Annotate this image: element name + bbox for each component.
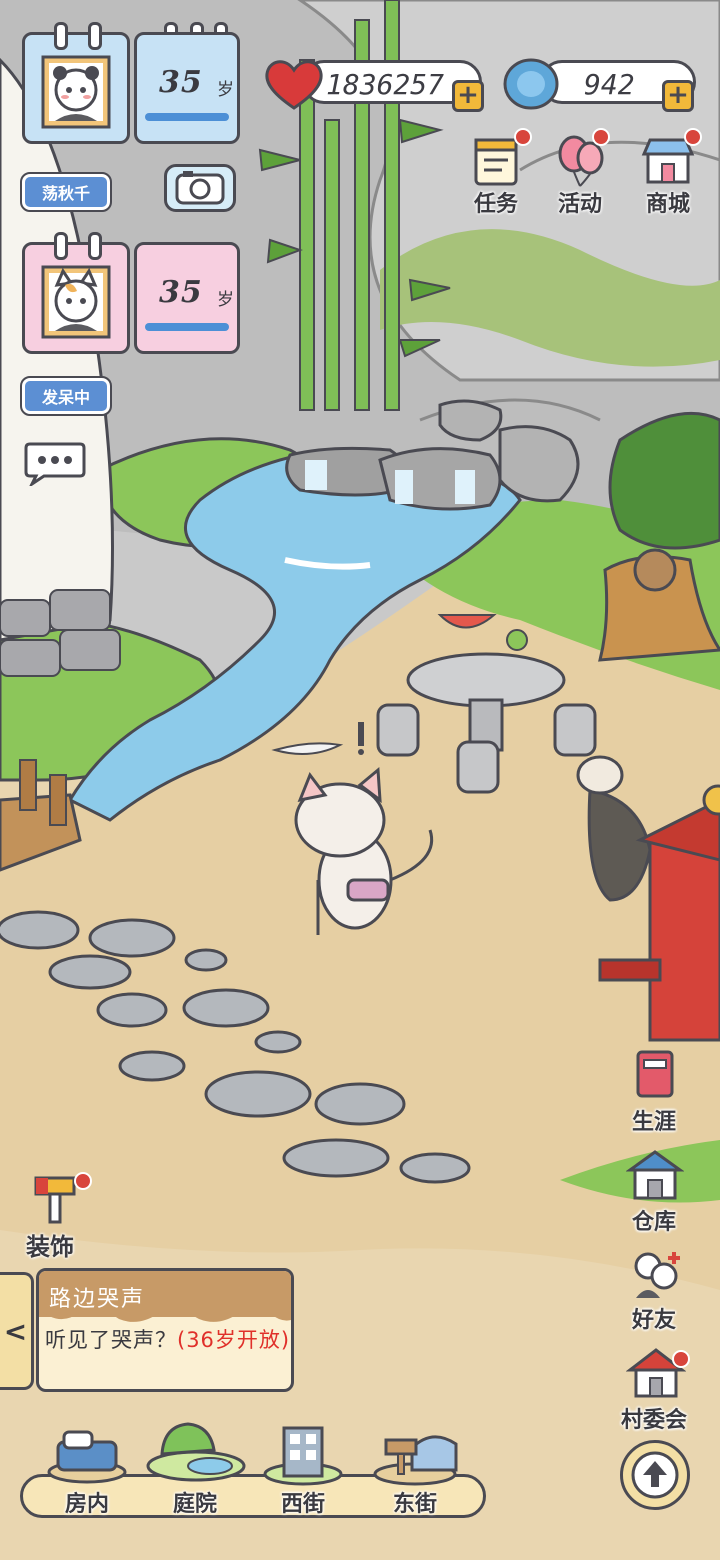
binder-ring [54, 22, 68, 50]
friends-icon [634, 1252, 680, 1298]
warehouse-label: 仓库 [631, 1210, 676, 1235]
heart-icon [265, 60, 323, 110]
player2-age-panel: 35 岁 [134, 242, 240, 354]
decorate-notification-dot [74, 1172, 92, 1190]
nav-indoor-label: 房内 [64, 1492, 109, 1517]
decorate-label: 装饰 [26, 1233, 74, 1261]
event-text: 听见了哭声？ [45, 1328, 177, 1352]
add-gems-button[interactable]: + [662, 80, 694, 112]
nav-west-street[interactable]: 西街 [248, 1424, 358, 1520]
village-hall-label: 村委会 [620, 1408, 687, 1433]
signpost-icon [373, 1435, 458, 1486]
hearts-counter: 1836257 + [262, 56, 488, 112]
gems-counter: 942 + [500, 56, 700, 112]
career-button[interactable]: 生涯 [612, 1048, 696, 1136]
nav-east-street-label: 东街 [392, 1492, 437, 1517]
camera-button[interactable] [164, 164, 236, 212]
camera-icon [175, 171, 225, 205]
hearts-value: 1836257 [326, 68, 445, 101]
cat-avatar-icon [41, 265, 111, 339]
chevron-left-icon: < [3, 1314, 28, 1348]
calendar-icon [474, 138, 518, 186]
event-collapse-tab[interactable]: < [0, 1272, 34, 1390]
player1-avatar[interactable] [22, 32, 130, 144]
events-notification-dot [592, 128, 610, 146]
building-icon [263, 1426, 343, 1486]
event-title: 路边哭声 [49, 1287, 146, 1312]
friends-button[interactable]: 好友 [612, 1246, 696, 1334]
nav-indoor[interactable]: 房内 [32, 1424, 142, 1520]
bed-icon [47, 1430, 127, 1484]
player1-age-unit: 岁 [217, 80, 234, 100]
garden-icon [146, 1422, 246, 1482]
panda-avatar-icon [41, 55, 111, 129]
player1-age-panel: 35 岁 [134, 32, 240, 144]
career-label: 生涯 [631, 1110, 676, 1135]
tasks-notification-dot [514, 128, 532, 146]
scroll-up-button[interactable] [620, 1440, 690, 1510]
player1-status-badge[interactable]: 荡秋千 [20, 172, 112, 212]
event-body: 听见了哭声？(36岁开放) [45, 1325, 291, 1355]
shop-notification-dot [684, 128, 702, 146]
tasks-label: 任务 [473, 192, 518, 217]
add-hearts-button[interactable]: + [452, 80, 484, 112]
book-icon [636, 1050, 674, 1098]
events-button[interactable]: 活动 [544, 128, 616, 218]
event-unlock-note: (36岁开放) [177, 1328, 291, 1352]
shop-label: 商城 [645, 192, 690, 217]
decorate-button[interactable]: 装饰 [14, 1172, 94, 1262]
friends-label: 好友 [631, 1308, 676, 1333]
binder-ring [54, 232, 68, 260]
events-label: 活动 [557, 192, 602, 217]
speech-bubble-icon [24, 442, 86, 489]
player1-age-progress [145, 113, 229, 121]
player2-avatar[interactable] [22, 242, 130, 354]
player1-card[interactable]: 35 岁 [22, 22, 240, 148]
player2-age-unit: 岁 [217, 290, 234, 310]
player2-age: 35 [159, 275, 203, 310]
chat-button[interactable] [24, 438, 86, 489]
arrow-up-icon [631, 1451, 679, 1499]
gems-value: 942 [584, 68, 635, 101]
player2-card[interactable]: 35 岁 [22, 232, 240, 358]
warehouse-button[interactable]: 仓库 [612, 1148, 696, 1236]
player2-age-progress [145, 323, 229, 331]
player2-status-badge[interactable]: 发呆中 [20, 376, 112, 416]
warehouse-icon [626, 1150, 684, 1200]
village-hall-button[interactable]: 村委会 [612, 1346, 696, 1434]
nav-east-street[interactable]: 东街 [360, 1424, 470, 1520]
binder-ring [88, 22, 102, 50]
shop-button[interactable]: 商城 [632, 128, 704, 218]
nav-courtyard-label: 庭院 [172, 1492, 217, 1517]
gem-icon [503, 58, 559, 110]
village-hall-notification-dot [672, 1350, 690, 1368]
nav-courtyard[interactable]: 庭院 [140, 1422, 250, 1520]
binder-ring [88, 232, 102, 260]
player1-age: 35 [159, 65, 203, 100]
tasks-button[interactable]: 任务 [460, 128, 532, 218]
nav-west-street-label: 西街 [280, 1492, 325, 1517]
event-card[interactable]: 路边哭声 听见了哭声？(36岁开放) [36, 1268, 294, 1392]
